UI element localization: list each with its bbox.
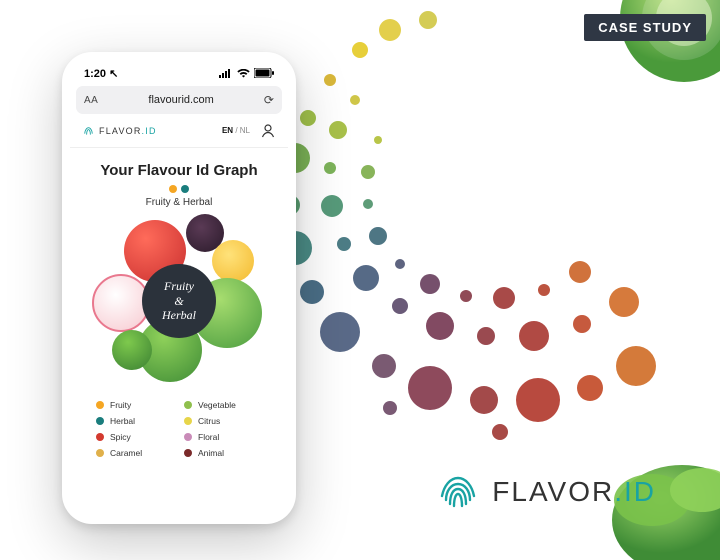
language-toggle[interactable]: EN / NL — [222, 126, 250, 135]
hero-badge: Fruity & Herbal — [142, 264, 216, 338]
flavour-hero: Fruity & Herbal — [94, 216, 264, 386]
legend-item: Floral — [184, 432, 262, 442]
signal-icon — [219, 69, 233, 78]
category-dots — [82, 185, 276, 193]
page-title: Your Flavour Id Graph — [82, 162, 276, 179]
case-study-badge: CASE STUDY — [584, 14, 706, 41]
browser-url-bar[interactable]: AA flavourid.com ⟳ — [76, 86, 282, 114]
legend-item: Caramel — [96, 448, 174, 458]
fingerprint-icon — [82, 124, 95, 137]
brand-lockup: FLAVOR.ID — [436, 470, 656, 514]
app-logo[interactable]: FLAVOR.ID — [82, 124, 157, 137]
status-indicators — [219, 68, 274, 78]
legend-item: Vegetable — [184, 400, 262, 410]
legend: Fruity Vegetable Herbal Citrus Spicy Flo… — [82, 400, 276, 458]
legend-item: Animal — [184, 448, 262, 458]
page-subtitle: Fruity & Herbal — [82, 197, 276, 208]
dot-herbal — [181, 185, 189, 193]
fingerprint-icon — [436, 470, 480, 514]
page-content: Your Flavour Id Graph Fruity & Herbal Fr… — [70, 148, 288, 458]
dot-fruity — [169, 185, 177, 193]
app-header: FLAVOR.ID EN / NL — [70, 114, 288, 148]
battery-icon — [254, 68, 274, 78]
legend-item: Citrus — [184, 416, 262, 426]
lemon-image — [212, 240, 254, 282]
leaf-image — [112, 330, 152, 370]
url-domain: flavourid.com — [148, 94, 213, 106]
brand-suffix: .ID — [614, 476, 656, 507]
status-bar: 1:20 ↖ — [70, 60, 288, 86]
legend-item: Spicy — [96, 432, 174, 442]
legend-item: Fruity — [96, 400, 174, 410]
refresh-icon[interactable]: ⟳ — [264, 93, 274, 107]
wifi-icon — [237, 69, 250, 78]
legend-item: Herbal — [96, 416, 174, 426]
status-time: 1:20 ↖ — [84, 67, 118, 80]
phone-mockup: 1:20 ↖ AA flavourid.com ⟳ FLAVOR.ID E — [62, 52, 296, 524]
brand-name: FLAVOR — [492, 476, 614, 507]
user-icon[interactable] — [260, 123, 276, 139]
text-size-control[interactable]: AA — [84, 95, 98, 106]
